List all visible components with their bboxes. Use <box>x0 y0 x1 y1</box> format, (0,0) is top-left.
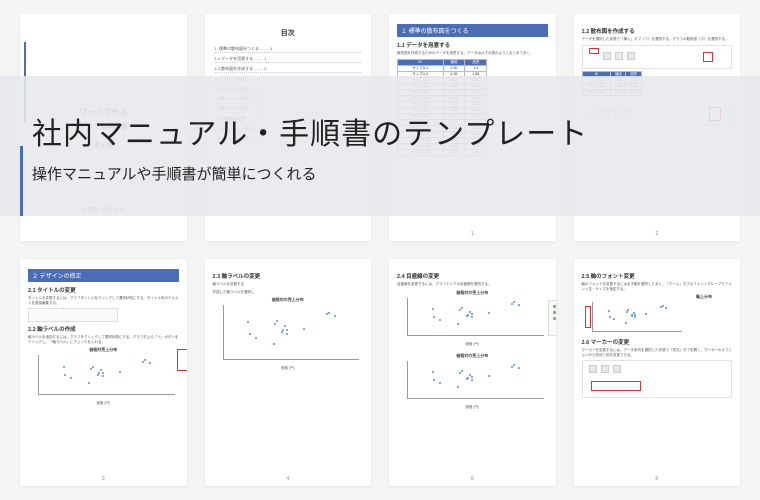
page-number: 4 <box>286 476 289 482</box>
body-text: データを選択した状態で「挿入」タブ（①）を選択する。グラフの散布図（②）を選択す… <box>582 37 733 42</box>
chart-title: 軸上分布 <box>582 294 713 300</box>
body-text: 目盛線を変更するには、グラフエリアの目盛線を選択する。 <box>397 282 548 287</box>
chart-title: 価格対売上分布 <box>28 347 179 353</box>
subsection-heading: 2.2 軸ラベルの作成 <box>28 325 179 333</box>
page-number: 6 <box>655 476 658 482</box>
body-text: 散布図を作成するためのデータを用意する。データは以下の表のようにまとめておく。 <box>397 51 548 56</box>
toc-item: 1.1 データを用意する ........ 1 <box>215 56 362 63</box>
scatter-chart <box>592 302 682 332</box>
scatter-chart <box>407 298 544 336</box>
body-text: 軸ラベルを変更する <box>213 282 364 287</box>
accent-bar <box>20 146 23 216</box>
section-heading: １ 標準の散布図をつくる <box>397 24 548 37</box>
section-heading: ２ デザインの修正 <box>28 269 179 282</box>
page-number: 5 <box>471 476 474 482</box>
chart-title: 価格対の売上分布 <box>397 353 548 359</box>
axis-label: 価格 (円) <box>397 342 548 347</box>
highlight-box-icon <box>177 349 187 371</box>
body-text: 軸ラベルを追加するには、グラフをクリックして選択状態にする。グラフ右上の「＋」ボ… <box>28 335 179 344</box>
subsection-heading: 1.2 散布図を作成する <box>582 27 733 35</box>
screenshot-ribbon <box>582 360 733 398</box>
subsection-heading: 2.6 マーカーの変更 <box>582 338 733 346</box>
toc-title: 目次 <box>213 28 364 38</box>
body-text: タイトルを変更するには、グラフタイトルをクリックして選択状態にする。タイトル内の… <box>28 296 179 305</box>
subsection-heading: 2.4 目盛線の変更 <box>397 272 548 280</box>
axis-label: 価格 (円) <box>213 366 364 371</box>
title-overlay: 社内マニュアル・手順書のテンプレート 操作マニュアルや手順書が簡単につくれる <box>0 76 760 216</box>
subsection-heading: 2.1 タイトルの変更 <box>28 286 179 294</box>
highlight-box-icon <box>589 48 599 54</box>
body-text: 軸のフォントを変更するにはまず軸を選択したあと、「ホーム」タブのフォントグループ… <box>582 282 733 291</box>
body-text: マーカーを変更するには、データ系列を選択した状態で「書式」タブを開く。マーカーの… <box>582 348 733 357</box>
option-dot-icon <box>553 305 556 308</box>
format-pane-placeholder <box>548 300 556 336</box>
thumbnail-page-6: 2.3 軸ラベルの変更 軸ラベルを変更する 作成した軸ラベルを選択し 価格対の売… <box>205 259 372 486</box>
toc-item: 1.2 散布図を作成する ........ 2 <box>215 66 362 73</box>
page-grid: ワードで作る サンプル手順書 第１版 作成者：山田 太郎 目次 1. 標準の散布… <box>0 0 760 500</box>
screenshot-placeholder <box>28 308 118 322</box>
thumbnail-page-5: ２ デザインの修正 2.1 タイトルの変更 タイトルを変更するには、グラフタイト… <box>20 259 187 486</box>
option-dot-icon <box>553 311 556 314</box>
subsection-heading: 2.5 軸のフォント変更 <box>582 272 733 280</box>
scatter-chart <box>223 305 360 360</box>
overlay-subtitle: 操作マニュアルや手順書が簡単につくれる <box>32 163 760 184</box>
thumbnail-page-7: 2.4 目盛線の変更 目盛線を変更するには、グラフエリアの目盛線を選択する。 価… <box>389 259 556 486</box>
subsection-heading: 1.1 データを用意する <box>397 41 548 49</box>
subsection-heading: 2.3 軸ラベルの変更 <box>213 272 364 280</box>
highlight-box-icon <box>703 52 713 62</box>
highlight-box-icon <box>585 306 591 328</box>
overlay-title: 社内マニュアル・手順書のテンプレート <box>32 109 760 153</box>
option-dot-icon <box>553 317 556 320</box>
scatter-chart <box>38 355 175 395</box>
page-number: 2 <box>655 231 658 237</box>
page-number: 3 <box>102 476 105 482</box>
axis-label: 価格 (円) <box>28 401 179 406</box>
axis-label: 価格 (円) <box>397 405 548 410</box>
body-text: 作成した軸ラベルを選択し <box>213 290 364 295</box>
chart-title: 価格対の売上分布 <box>213 297 364 303</box>
screenshot-ribbon <box>582 45 733 69</box>
scatter-chart <box>407 361 544 399</box>
toc-item: 1. 標準の散布図をつくる ........ 1 <box>215 46 362 53</box>
page-number: 1 <box>471 231 474 237</box>
thumbnail-page-8: 2.5 軸のフォント変更 軸のフォントを変更するにはまず軸を選択したあと、「ホー… <box>574 259 741 486</box>
highlight-box-icon <box>591 381 641 391</box>
chart-title: 価格対の売上分布 <box>397 290 548 296</box>
